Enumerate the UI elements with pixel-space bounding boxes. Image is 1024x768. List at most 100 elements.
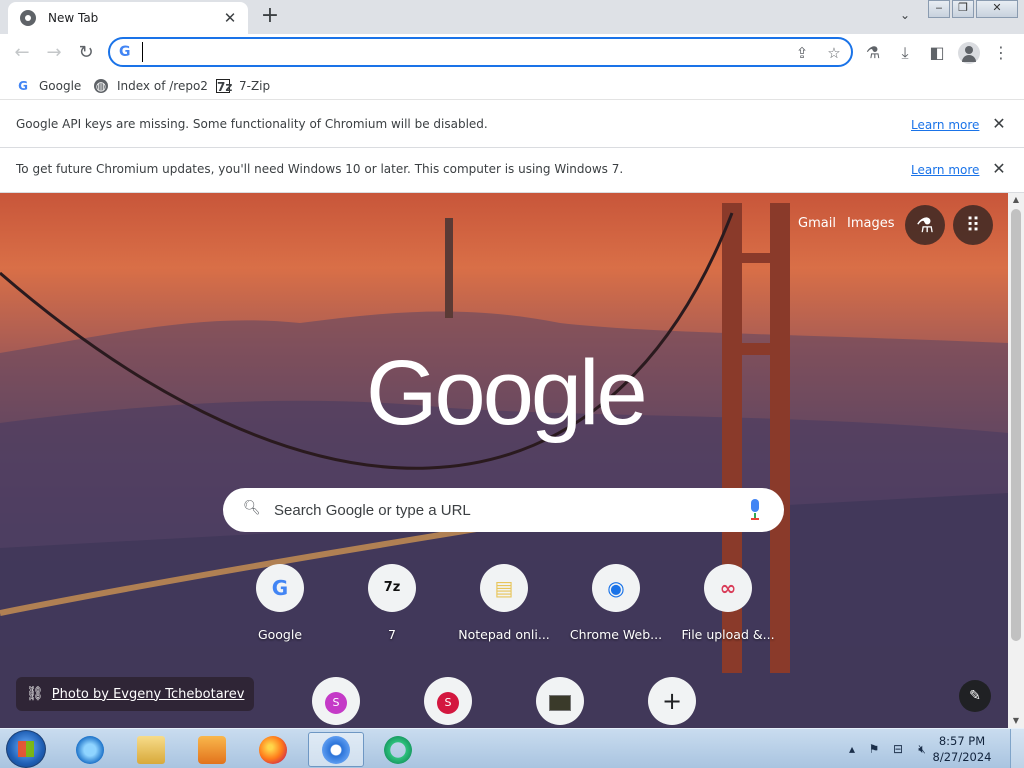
google-g-icon: G [256, 564, 304, 612]
shortcut-tile[interactable]: 7z 7 [336, 564, 448, 676]
thumbnail-icon [536, 677, 584, 725]
shortcut-tile[interactable]: G Google [224, 564, 336, 676]
shortcut-tile[interactable]: ◉ Chrome Web... [560, 564, 672, 676]
labs-flask-icon[interactable]: ⚗ [905, 205, 945, 245]
shortcut-label: 7 [388, 627, 396, 642]
side-panel-icon[interactable]: ◧ [926, 42, 948, 64]
bookmark-label: Google [39, 79, 82, 93]
voice-search-mic-icon[interactable] [749, 499, 761, 521]
learn-more-link[interactable]: Learn more [911, 163, 979, 177]
chromium-icon [20, 10, 36, 26]
menu-kebab-icon[interactable]: ⋮ [990, 42, 1012, 64]
bookmark-label: Index of /repo2 [117, 79, 208, 93]
show-hidden-icons-icon[interactable]: ▴ [844, 741, 860, 757]
minimize-button[interactable]: ‒ [928, 0, 950, 18]
add-shortcut-tile[interactable]: + [616, 677, 728, 728]
bookmark-google[interactable]: G Google [16, 76, 81, 96]
attribution-text: Photo by Evgeny Tchebotarev [51, 686, 245, 702]
7zip-icon: 7z [368, 564, 416, 612]
bookmark-label: 7-Zip [239, 79, 271, 93]
system-clock[interactable]: 8:57 PM 8/27/2024 [932, 733, 992, 765]
infobar-close-icon[interactable]: ✕ [990, 160, 1008, 178]
clock-date: 8/27/2024 [932, 750, 992, 764]
shortcut-label: File upload &... [681, 627, 775, 642]
profile-avatar-icon[interactable] [958, 42, 980, 64]
action-center-flag-icon[interactable]: ⚑ [866, 741, 882, 757]
s-red-icon: S [424, 677, 472, 725]
search-icon: 🔍︎ [243, 500, 261, 516]
restore-button[interactable]: ❐ [952, 0, 974, 18]
start-button[interactable] [6, 730, 46, 768]
page-scrollbar[interactable]: ▲ ▼ [1008, 193, 1024, 728]
gmail-link[interactable]: Gmail [798, 216, 836, 231]
learn-more-link[interactable]: Learn more [911, 118, 979, 132]
scroll-down-icon[interactable]: ▼ [1008, 714, 1024, 728]
tab-new-tab[interactable]: New Tab ✕ [8, 2, 248, 34]
tab-strip: New Tab ✕ + ⌄ ‒ ❐ ✕ [0, 0, 1024, 34]
ntp-search-box[interactable]: 🔍︎ [223, 488, 784, 532]
share-icon[interactable]: ⇪ [792, 43, 812, 63]
bookmark-star-icon[interactable]: ☆ [824, 43, 844, 63]
bookmark-7zip[interactable]: 7z 7-Zip [216, 76, 270, 96]
reload-button[interactable]: ↻ [74, 41, 98, 65]
s-purple-icon: S [312, 677, 360, 725]
file-explorer-icon[interactable] [123, 732, 179, 767]
back-button[interactable]: ← [10, 41, 34, 65]
show-desktop-button[interactable] [1010, 729, 1024, 768]
shortcut-tile[interactable]: ▤ Notepad onli... [448, 564, 560, 676]
infobar-text: To get future Chromium updates, you'll n… [16, 162, 624, 176]
google-g-icon: G [18, 79, 28, 93]
photo-attribution[interactable]: ⛓ Photo by Evgeny Tchebotarev [16, 677, 255, 711]
images-link[interactable]: Images [847, 216, 895, 231]
bookmarks-bar: G Google ◍ Index of /repo2 7z 7-Zip [0, 72, 1024, 100]
labs-flask-icon[interactable]: ⚗ [862, 42, 884, 64]
link-icon: ∞ [704, 564, 752, 612]
address-input[interactable] [142, 42, 762, 62]
infobar-windows-update: To get future Chromium updates, you'll n… [0, 148, 1024, 193]
tab-title: New Tab [48, 11, 99, 25]
shortcut-tile[interactable] [504, 677, 616, 728]
close-window-button[interactable]: ✕ [976, 0, 1018, 18]
shortcut-tile[interactable]: ∞ File upload &... [672, 564, 784, 676]
network-icon[interactable]: ⊟ [890, 741, 906, 757]
opera-icon[interactable] [370, 732, 426, 767]
omnibox[interactable]: G ⇪ ☆ [108, 37, 853, 67]
downloads-icon[interactable]: ⤓ [894, 42, 916, 64]
infobar-text: Google API keys are missing. Some functi… [16, 117, 488, 131]
shortcut-tile[interactable]: S [392, 677, 504, 728]
scroll-thumb[interactable] [1011, 209, 1021, 641]
shortcut-label: Chrome Web... [569, 627, 663, 642]
toolbar: ← → ↻ G ⇪ ☆ ⚗ ⤓ ◧ ⋮ [0, 34, 1024, 72]
google-g-icon: G [119, 44, 131, 60]
new-tab-page: Gmail Images ⚗ ⠿ Google 🔍︎ G Google 7z 7… [0, 193, 1008, 728]
search-input[interactable] [274, 499, 734, 521]
scroll-up-icon[interactable]: ▲ [1008, 193, 1024, 207]
shortcut-label: Notepad onli... [458, 627, 550, 642]
clock-time: 8:57 PM [938, 734, 986, 748]
tab-search-icon[interactable]: ⌄ [896, 8, 914, 26]
media-player-icon[interactable] [184, 732, 240, 767]
link-icon: ⛓ [26, 686, 44, 702]
customize-pencil-icon[interactable]: ✎ [959, 680, 991, 712]
shortcut-tile[interactable]: S [280, 677, 392, 728]
taskbar: ▴ ⚑ ⊟ 🔇︎ 8:57 PM 8/27/2024 [0, 728, 1024, 768]
infobar-api-keys: Google API keys are missing. Some functi… [0, 103, 1024, 148]
7zip-icon: 7z [216, 79, 233, 94]
add-shortcut-icon: + [648, 677, 696, 725]
forward-button[interactable]: → [42, 41, 66, 65]
google-logo: Google [366, 342, 648, 444]
tab-close-icon[interactable]: ✕ [222, 10, 238, 26]
new-tab-button[interactable]: + [258, 5, 282, 29]
volume-muted-icon[interactable]: 🔇︎ [914, 741, 930, 757]
notepad-icon: ▤ [480, 564, 528, 612]
shortcut-label: Google [257, 627, 303, 642]
globe-icon: ◍ [94, 79, 108, 93]
internet-explorer-icon[interactable] [62, 732, 118, 767]
bookmark-index-repo2[interactable]: ◍ Index of /repo2 [94, 76, 208, 96]
chromium-taskbar-icon[interactable] [308, 732, 364, 767]
chrome-web-store-icon: ◉ [592, 564, 640, 612]
firefox-icon[interactable] [245, 732, 301, 767]
apps-grid-icon[interactable]: ⠿ [953, 205, 993, 245]
infobar-close-icon[interactable]: ✕ [990, 115, 1008, 133]
screen: New Tab ✕ + ⌄ ‒ ❐ ✕ ← → ↻ G ⇪ ☆ ⚗ ⤓ ◧ ⋮ … [0, 0, 1024, 768]
